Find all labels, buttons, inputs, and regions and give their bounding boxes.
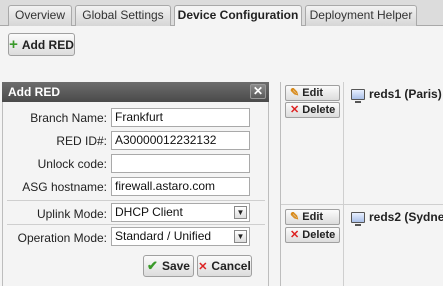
add-red-dialog: Branch Name: Frankfurt RED ID#: A3000001… <box>2 102 269 286</box>
edit-button[interactable]: ✎ Edit <box>285 209 340 225</box>
uplink-mode-label: Uplink Mode: <box>36 207 107 221</box>
column-divider <box>343 82 344 286</box>
unlock-code-label: Unlock code: <box>37 157 107 171</box>
close-icon: ✕ <box>198 260 208 273</box>
uplink-mode-select[interactable]: DHCP Client ▼ <box>111 203 250 222</box>
divider <box>7 224 265 225</box>
pencil-icon: ✎ <box>290 87 300 99</box>
delete-button[interactable]: ✕ Delete <box>285 102 340 118</box>
toolbar: + Add RED <box>0 26 443 64</box>
unlock-code-field[interactable] <box>111 154 250 173</box>
divider <box>7 200 265 201</box>
save-label: Save <box>161 259 190 273</box>
operation-mode-label: Operation Mode: <box>17 231 107 245</box>
monitor-icon <box>351 88 365 103</box>
tab-overview[interactable]: Overview <box>8 5 72 26</box>
device-name-label: reds1 (Paris) <box>369 87 442 101</box>
tab-global-settings[interactable]: Global Settings <box>75 5 171 26</box>
check-icon: ✔ <box>147 258 158 273</box>
device-name: reds1 (Paris) <box>351 87 442 103</box>
tab-deployment-helper[interactable]: Deployment Helper <box>305 5 417 26</box>
delete-label: Delete <box>302 229 336 241</box>
device-name: reds2 (Sydney) <box>351 210 443 226</box>
delete-label: Delete <box>302 104 336 116</box>
chevron-down-icon[interactable]: ▼ <box>234 206 247 219</box>
delete-button[interactable]: ✕ Delete <box>285 227 340 243</box>
asg-hostname-field[interactable]: firewall.astaro.com <box>111 177 250 196</box>
close-icon: ✕ <box>290 229 300 241</box>
branch-name-field[interactable]: Frankfurt <box>111 108 250 127</box>
dialog-header: Add RED ✕ <box>2 82 269 102</box>
device-name-label: reds2 (Sydney) <box>369 210 443 224</box>
close-icon[interactable]: ✕ <box>250 84 266 99</box>
tab-bar: Overview Global Settings Device Configur… <box>0 0 443 27</box>
operation-mode-select[interactable]: Standard / Unified ▼ <box>111 227 250 246</box>
add-red-button[interactable]: + Add RED <box>8 33 75 56</box>
monitor-icon <box>351 211 365 226</box>
add-red-label: Add RED <box>21 37 74 52</box>
red-id-label: RED ID#: <box>56 134 107 148</box>
dialog-title: Add RED <box>8 85 60 99</box>
chevron-down-icon[interactable]: ▼ <box>234 230 247 243</box>
cancel-label: Cancel <box>211 259 251 273</box>
branch-name-label: Branch Name: <box>30 111 107 125</box>
save-button[interactable]: ✔ Save <box>143 255 194 277</box>
pencil-icon: ✎ <box>290 211 300 223</box>
edit-button[interactable]: ✎ Edit <box>285 85 340 101</box>
row-divider <box>281 204 443 205</box>
device-list: ✎ Edit ✕ Delete reds1 (Paris) ✎ Edit ✕ D… <box>280 82 443 286</box>
red-id-field[interactable]: A30000012232132 <box>111 131 250 150</box>
tab-device-configuration[interactable]: Device Configuration <box>174 5 302 27</box>
uplink-mode-value: DHCP Client <box>115 205 183 219</box>
edit-label: Edit <box>302 87 324 99</box>
asg-hostname-label: ASG hostname: <box>22 180 107 194</box>
cancel-button[interactable]: ✕ Cancel <box>197 255 252 277</box>
close-icon: ✕ <box>290 104 300 116</box>
plus-icon: + <box>9 35 18 53</box>
edit-label: Edit <box>302 211 324 223</box>
operation-mode-value: Standard / Unified <box>115 229 212 243</box>
